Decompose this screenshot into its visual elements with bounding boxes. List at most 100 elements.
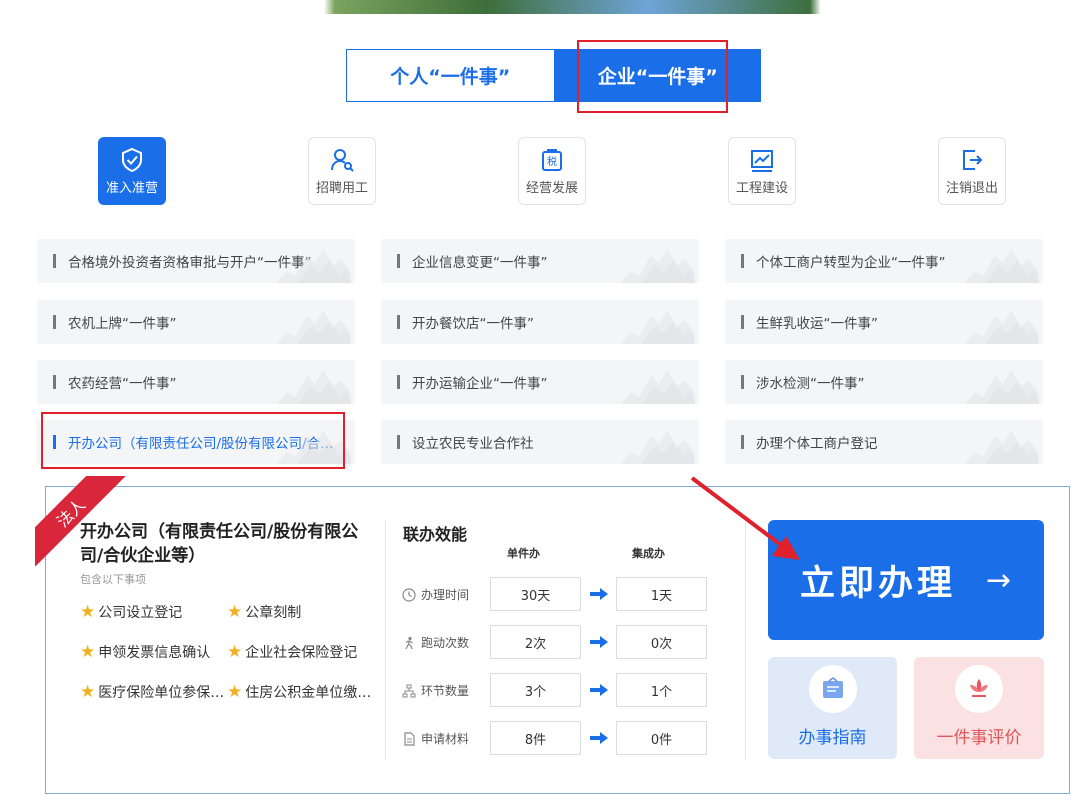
landscape-decoration-icon: [965, 430, 1039, 464]
value-single-trips: 2次: [490, 625, 581, 659]
value-integrated-time: 1天: [616, 577, 707, 611]
service-item[interactable]: 农药经营“一件事”: [37, 360, 355, 404]
category-label: 招聘用工: [315, 180, 368, 196]
divider: [745, 520, 746, 760]
star-icon: ★: [80, 642, 96, 662]
efficiency-row-label: 申请材料: [402, 730, 469, 747]
service-label: 农机上牌“一件事”: [68, 316, 177, 332]
included-item: ★ 医疗保险单位参保…: [80, 682, 225, 702]
efficiency-row-label: 环节数量: [402, 682, 469, 699]
tab-personal[interactable]: 个人“一件事”: [346, 49, 555, 102]
page: 个人“一件事” 企业“一件事” 准入准营 招聘用工 税 经营发展 工程建设 注销…: [0, 0, 1080, 800]
efficiency-heading: 联办效能: [403, 525, 468, 544]
item-marker: [53, 375, 56, 389]
item-marker: [53, 254, 56, 268]
divider: [385, 520, 386, 760]
star-icon: ★: [227, 642, 243, 662]
rate-label: 一件事评价: [936, 728, 1022, 748]
arrow-right-icon: [590, 588, 608, 600]
badge-check-icon: [122, 147, 142, 172]
arrow-right-icon: [590, 684, 608, 696]
item-marker: [397, 254, 400, 268]
detail-subtitle: 包含以下事项: [80, 573, 146, 586]
tab-enterprise[interactable]: 企业“一件事”: [554, 49, 761, 102]
included-item: ★ 申领发票信息确认: [80, 642, 211, 662]
detail-title: 开办公司（有限责任公司/股份有限公司/合伙企业等）: [80, 522, 359, 566]
apply-now-button[interactable]: 立即办理 →: [768, 520, 1044, 640]
landscape-decoration-icon: [277, 310, 351, 344]
item-marker: [741, 315, 744, 329]
clock-icon: [402, 587, 416, 602]
run-icon: [405, 636, 413, 649]
service-item[interactable]: 开办餐饮店“一件事”: [381, 300, 699, 344]
column-header-integrated: 集成办: [632, 547, 665, 560]
category-construction[interactable]: 工程建设: [728, 137, 796, 205]
rate-icon-circle: [955, 665, 1003, 713]
included-item: ★ 企业社会保险登记: [227, 642, 358, 662]
star-icon: ★: [80, 682, 96, 702]
star-icon: ★: [227, 682, 243, 702]
landscape-decoration-icon: [621, 310, 695, 344]
included-item: ★ 住房公积金单位缴…: [227, 682, 372, 702]
service-item[interactable]: 企业信息变更“一件事”: [381, 239, 699, 283]
column-header-single: 单件办: [507, 547, 540, 560]
arrow-right-icon: [590, 636, 608, 648]
flow-icon: [402, 684, 416, 697]
guide-icon-circle: [808, 665, 857, 713]
category-exit[interactable]: 注销退出: [938, 137, 1006, 205]
service-item[interactable]: 生鲜乳收运“一件事”: [725, 300, 1043, 344]
service-item[interactable]: 开办公司（有限责任公司/股份有限公司/合…: [37, 420, 355, 464]
lotus-icon: [970, 679, 988, 697]
landscape-decoration-icon: [965, 310, 1039, 344]
service-label: 设立农民专业合作社: [412, 436, 534, 452]
service-label: 个体工商户转型为企业“一件事”: [756, 255, 946, 271]
landscape-decoration-icon: [621, 249, 695, 283]
value-integrated-trips: 0次: [616, 625, 707, 659]
landscape-decoration-icon: [277, 370, 351, 404]
value-single-time: 30天: [490, 577, 581, 611]
service-label: 办理个体工商户登记: [756, 436, 878, 452]
included-item: ★ 公章刻制: [227, 602, 302, 622]
service-label: 开办餐饮店“一件事”: [412, 316, 534, 332]
exit-icon: [963, 149, 983, 170]
category-label: 准入准营: [105, 180, 158, 196]
arrow-right-icon: [590, 732, 608, 744]
guide-label: 办事指南: [798, 728, 867, 748]
landscape-decoration-icon: [965, 249, 1039, 283]
service-item[interactable]: 设立农民专业合作社: [381, 420, 699, 464]
landscape-decoration-icon: [621, 430, 695, 464]
user-search-icon: [331, 148, 354, 172]
service-guide-button[interactable]: 办事指南: [768, 657, 897, 759]
landscape-decoration-icon: [965, 370, 1039, 404]
service-item[interactable]: 开办运输企业“一件事”: [381, 360, 699, 404]
service-item[interactable]: 合格境外投资者资格审批与开户“一件事”: [37, 239, 355, 283]
category-label: 经营发展: [525, 180, 578, 196]
efficiency-row-label: 跑动次数: [402, 634, 469, 651]
category-access[interactable]: 准入准营: [98, 137, 166, 205]
category-business[interactable]: 税 经营发展: [518, 137, 586, 205]
service-label: 涉水检测“一件事”: [756, 376, 865, 392]
chart-up-icon: [751, 149, 773, 172]
service-item[interactable]: 涉水检测“一件事”: [725, 360, 1043, 404]
service-item[interactable]: 个体工商户转型为企业“一件事”: [725, 239, 1043, 283]
scope-tabs: 个人“一件事” 企业“一件事”: [346, 49, 761, 102]
item-marker: [741, 435, 744, 449]
item-marker: [53, 315, 56, 329]
efficiency-row-label: 办理时间: [402, 586, 469, 603]
landscape-decoration-icon: [277, 249, 351, 283]
apply-now-label: 立即办理: [800, 563, 957, 604]
service-item[interactable]: 办理个体工商户登记: [725, 420, 1043, 464]
rate-button[interactable]: 一件事评价: [914, 657, 1044, 759]
header-banner-image: [0, 0, 1080, 14]
service-item[interactable]: 农机上牌“一件事”: [37, 300, 355, 344]
file-icon: [404, 731, 415, 746]
star-icon: ★: [227, 602, 243, 622]
item-marker: [53, 435, 56, 449]
category-hiring[interactable]: 招聘用工: [308, 137, 376, 205]
svg-text:税: 税: [547, 155, 557, 168]
service-label: 农药经营“一件事”: [68, 376, 177, 392]
arrow-right-icon: →: [986, 562, 1012, 598]
category-label: 注销退出: [945, 180, 998, 196]
service-label: 生鲜乳收运“一件事”: [756, 316, 878, 332]
landscape-decoration-icon: [277, 430, 351, 464]
